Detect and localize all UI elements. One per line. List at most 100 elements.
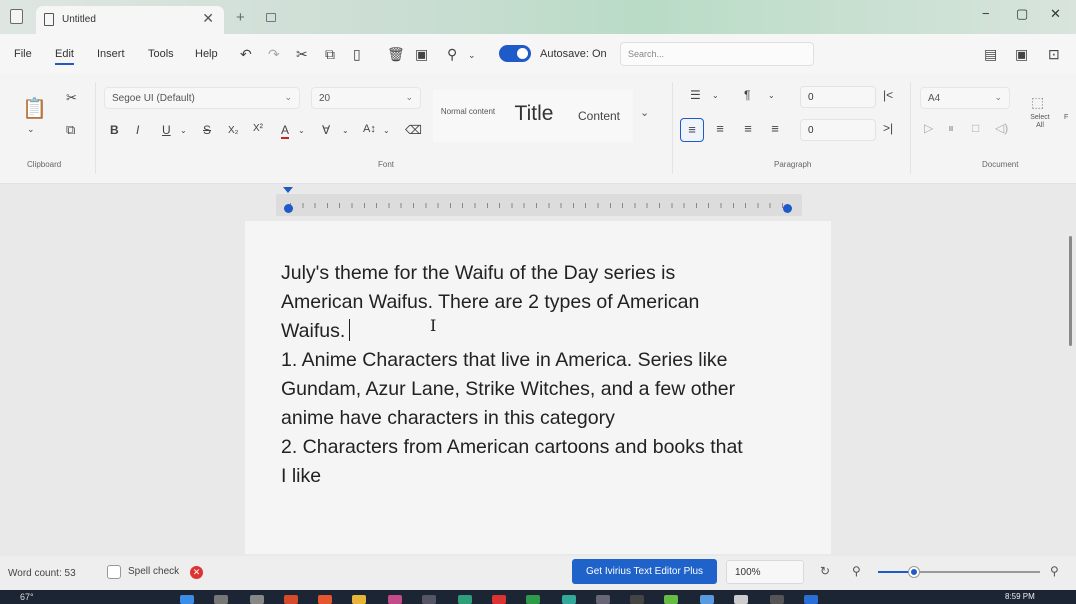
cut-icon[interactable]: ✂ [66, 90, 77, 106]
font-color-icon[interactable]: A [281, 123, 290, 139]
close-window-button[interactable]: ✕ [1050, 6, 1061, 22]
style-normal-content[interactable]: Normal content [433, 90, 503, 142]
decrease-indent-icon[interactable]: |< [883, 88, 893, 102]
italic-icon[interactable]: I [136, 123, 139, 137]
weather-widget[interactable]: 67° [20, 592, 34, 602]
app-icon[interactable] [734, 595, 748, 604]
paragraph-mark-icon[interactable]: ¶ [744, 88, 750, 102]
save-icon[interactable]: ▣ [415, 46, 428, 63]
clear-formatting-icon[interactable]: ⌫ [405, 123, 422, 137]
chevron-down-icon[interactable]: ⌄ [342, 126, 349, 135]
share-icon[interactable]: ⊡ [1048, 46, 1060, 63]
new-tab-button[interactable]: + [236, 9, 245, 26]
page-size-select[interactable]: A4 ⌄ [920, 87, 1010, 109]
delete-icon[interactable]: 🗑 [387, 46, 405, 63]
app-icon[interactable] [630, 595, 644, 604]
align-left-button[interactable]: ≡ [680, 118, 704, 142]
maximize-button[interactable]: ▢ [1016, 6, 1028, 22]
list-icon[interactable]: ☰ [690, 88, 701, 102]
select-all-label[interactable]: Select All [1026, 114, 1054, 130]
redo-icon[interactable]: ↷ [268, 46, 280, 63]
app-icon[interactable] [770, 595, 784, 604]
app-icon[interactable] [804, 595, 818, 604]
zoom-in-icon[interactable]: ⚲ [1050, 564, 1059, 578]
autosave-toggle[interactable] [499, 45, 531, 62]
font-size-select[interactable]: 20 ⌄ [311, 87, 421, 109]
paste-icon[interactable]: ▯ [353, 46, 361, 63]
text-size-icon[interactable]: A↕ [363, 123, 376, 135]
style-content[interactable]: Content [565, 90, 633, 142]
chevron-down-icon[interactable]: ⌄ [712, 91, 719, 100]
browser-icon[interactable] [458, 595, 472, 604]
chevron-down-icon[interactable]: ⌄ [768, 91, 775, 100]
left-indent-marker[interactable] [284, 204, 293, 213]
read-aloud-icon[interactable]: ◁) [995, 121, 1008, 135]
start-icon[interactable] [180, 595, 194, 604]
highlight-icon[interactable]: ∀ [322, 123, 330, 137]
document-tab[interactable]: Untitled ✕ [36, 6, 224, 34]
styles-expand-icon[interactable]: ⌄ [640, 106, 649, 119]
spacing-after-field[interactable]: 0 [800, 119, 876, 141]
vertical-scrollbar[interactable] [1069, 236, 1072, 346]
task-view-icon[interactable] [250, 595, 264, 604]
menu-help[interactable]: Help [195, 48, 218, 60]
app-icon[interactable] [318, 595, 332, 604]
app-icon[interactable] [284, 595, 298, 604]
align-right-button[interactable]: ≡ [736, 118, 760, 142]
paste-large-icon[interactable]: 📋 [22, 96, 47, 121]
print-icon[interactable]: ▣ [1015, 46, 1028, 63]
font-family-select[interactable]: Segoe UI (Default) ⌄ [104, 87, 300, 109]
app-icon[interactable] [492, 595, 506, 604]
app-icon[interactable] [664, 595, 678, 604]
play-icon[interactable]: ▷ [924, 121, 933, 135]
superscript-icon[interactable]: X² [253, 123, 263, 134]
app-icon[interactable] [388, 595, 402, 604]
strikethrough-icon[interactable]: S [203, 123, 211, 137]
zoom-out-icon[interactable]: ⚲ [852, 564, 861, 578]
select-all-icon[interactable]: ⬚ [1031, 94, 1044, 111]
spacing-before-field[interactable]: 0 [800, 86, 876, 108]
chevron-down-icon[interactable]: ⌄ [298, 126, 305, 135]
clock[interactable]: 8:59 PM [1005, 592, 1035, 601]
underline-icon[interactable]: U [162, 123, 171, 137]
menu-tools[interactable]: Tools [148, 48, 174, 60]
pause-icon[interactable]: ⏸ [948, 121, 954, 136]
justify-button[interactable]: ≡ [763, 118, 787, 142]
style-title[interactable]: Title [503, 90, 565, 142]
undo-icon[interactable]: ↶ [240, 46, 252, 63]
file-explorer-icon[interactable] [352, 595, 366, 604]
zoom-slider[interactable] [878, 567, 1040, 577]
find-replace-icon[interactable]: F [1064, 114, 1068, 121]
subscript-icon[interactable]: X₂ [228, 125, 239, 136]
menu-file[interactable]: File [14, 48, 32, 60]
app-icon[interactable] [596, 595, 610, 604]
app-icon[interactable] [422, 595, 436, 604]
stop-icon[interactable]: □ [972, 121, 979, 135]
document-body[interactable]: July's theme for the Waifu of the Day se… [281, 259, 811, 491]
find-chevron-icon[interactable]: ⌄ [468, 50, 476, 61]
find-icon[interactable]: ⚲ [447, 46, 457, 63]
document-page[interactable]: July's theme for the Waifu of the Day se… [245, 221, 831, 554]
tab-close-icon[interactable]: ✕ [202, 10, 214, 27]
search-input[interactable]: Search... [620, 42, 814, 66]
bold-icon[interactable]: B [110, 123, 119, 137]
tab-list-icon[interactable] [266, 13, 276, 22]
increase-indent-icon[interactable]: >| [883, 121, 893, 135]
app-icon[interactable] [562, 595, 576, 604]
zoom-input[interactable]: 100% [726, 560, 804, 584]
align-center-button[interactable]: ≡ [708, 118, 732, 142]
paste-chevron-icon[interactable]: ⌄ [27, 124, 35, 135]
menu-insert[interactable]: Insert [97, 48, 125, 60]
app-icon[interactable] [700, 595, 714, 604]
cut-icon[interactable]: ✂ [296, 46, 308, 63]
get-plus-button[interactable]: Get Ivirius Text Editor Plus [572, 559, 717, 584]
copy-icon[interactable]: ⧉ [325, 46, 335, 63]
menu-edit[interactable]: Edit [55, 48, 74, 65]
app-icon[interactable] [526, 595, 540, 604]
zoom-slider-thumb[interactable] [908, 567, 919, 577]
minimize-button[interactable]: − [982, 6, 990, 21]
document-info-icon[interactable]: ▤ [984, 46, 997, 63]
first-line-indent-marker[interactable] [283, 187, 293, 193]
reset-zoom-icon[interactable]: ↻ [820, 564, 830, 578]
search-icon[interactable] [214, 595, 228, 604]
